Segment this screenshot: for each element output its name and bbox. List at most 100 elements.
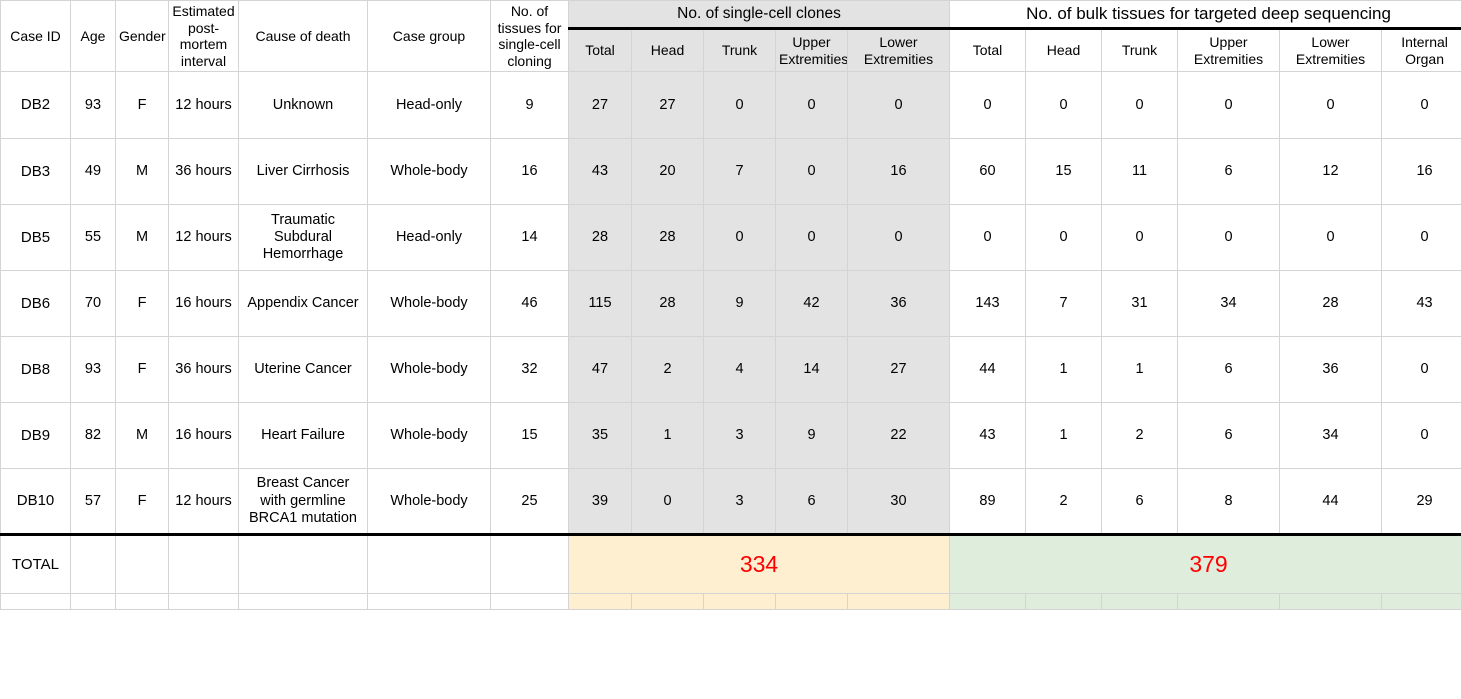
cell-bulk-internal-organ: 0 <box>1380 336 1461 404</box>
table-total-row: TOTAL 334 379 <box>0 534 1461 595</box>
col-header-pmi: Estimated post-mortem interval <box>168 0 239 73</box>
partial-cell <box>568 593 632 611</box>
cell-bulk-internal-organ: 0 <box>1380 71 1461 140</box>
subcol-header-bulk-internal-organ: Internal Organ <box>1380 28 1461 73</box>
cell-bulk-upper: 6 <box>1177 138 1280 206</box>
partial-cell <box>631 593 704 611</box>
cell-bulk-lower: 28 <box>1279 270 1382 338</box>
cell-bulk-lower: 36 <box>1279 336 1382 404</box>
cell-pmi: 12 hours <box>168 468 239 537</box>
cell-pmi: 36 hours <box>168 138 239 206</box>
subcol-header-sc-head: Head <box>631 28 704 73</box>
subcol-header-sc-total: Total <box>568 28 632 73</box>
cell-bulk-internal-organ: 0 <box>1380 204 1461 272</box>
cell-bulk-total: 0 <box>949 71 1026 140</box>
total-bulk-tissues: 379 <box>948 534 1461 595</box>
partial-cell <box>1025 593 1102 611</box>
cell-bulk-internal-organ: 0 <box>1380 402 1461 470</box>
cell-case-group: Whole-body <box>367 138 491 206</box>
cell-sc-trunk: 9 <box>703 270 776 338</box>
cell-case-id: DB3 <box>0 138 71 206</box>
partial-cell <box>238 593 368 611</box>
cell-bulk-head: 2 <box>1025 468 1102 537</box>
cell-sc-head: 0 <box>631 468 704 537</box>
partial-cell <box>1101 593 1178 611</box>
cell-bulk-head: 1 <box>1025 336 1102 404</box>
subcol-header-bulk-upper-extremities: Upper Extremities <box>1177 28 1280 73</box>
cell-sc-upper: 0 <box>775 138 848 206</box>
col-header-no-tissues-single-cell-cloning: No. of tissues for single-cell cloning <box>490 0 569 73</box>
cell-sc-upper: 0 <box>775 204 848 272</box>
cell-no-tissues: 16 <box>490 138 569 206</box>
cell-cause-of-death: Unknown <box>238 71 368 140</box>
cell-bulk-head: 1 <box>1025 402 1102 470</box>
cell-pmi: 12 hours <box>168 71 239 140</box>
cell-sc-head: 28 <box>631 270 704 338</box>
cell-cause-of-death: Liver Cirrhosis <box>238 138 368 206</box>
table-row-partial <box>0 593 1461 611</box>
cell-age: 93 <box>70 71 116 140</box>
cell-age: 55 <box>70 204 116 272</box>
partial-cell <box>1177 593 1280 611</box>
cell-bulk-total: 143 <box>949 270 1026 338</box>
cell-no-tissues: 15 <box>490 402 569 470</box>
table-row: DB6 70 F 16 hours Appendix Cancer Whole-… <box>0 270 1461 338</box>
cell-bulk-trunk: 2 <box>1101 402 1178 470</box>
total-row-blank-cause <box>238 534 368 595</box>
subcol-header-bulk-lower-extremities: Lower Extremities <box>1279 28 1382 73</box>
col-header-case-id: Case ID <box>0 0 71 73</box>
group-header-bulk-tissues: No. of bulk tissues for targeted deep se… <box>948 0 1461 31</box>
cell-case-group: Whole-body <box>367 336 491 404</box>
cell-sc-trunk: 3 <box>703 402 776 470</box>
total-row-blank-tissues <box>490 534 569 595</box>
cell-bulk-total: 89 <box>949 468 1026 537</box>
cell-bulk-total: 44 <box>949 336 1026 404</box>
total-row-blank-gender <box>115 534 169 595</box>
cell-sc-trunk: 0 <box>703 204 776 272</box>
cell-age: 82 <box>70 402 116 470</box>
cell-no-tissues: 14 <box>490 204 569 272</box>
cell-sc-lower: 0 <box>847 71 950 140</box>
cell-bulk-upper: 6 <box>1177 336 1280 404</box>
cell-case-group: Whole-body <box>367 270 491 338</box>
cell-sc-head: 20 <box>631 138 704 206</box>
cell-gender: F <box>115 71 169 140</box>
cell-gender: M <box>115 402 169 470</box>
cell-sc-head: 2 <box>631 336 704 404</box>
cell-no-tissues: 9 <box>490 71 569 140</box>
cell-case-id: DB5 <box>0 204 71 272</box>
partial-cell <box>1279 593 1382 611</box>
cell-age: 70 <box>70 270 116 338</box>
cell-bulk-trunk: 0 <box>1101 204 1178 272</box>
cell-sc-upper: 42 <box>775 270 848 338</box>
table-row: DB8 93 F 36 hours Uterine Cancer Whole-b… <box>0 336 1461 404</box>
cell-bulk-upper: 0 <box>1177 204 1280 272</box>
cell-sc-total: 47 <box>568 336 632 404</box>
cell-sc-total: 39 <box>568 468 632 537</box>
partial-cell <box>70 593 116 611</box>
cell-case-group: Head-only <box>367 71 491 140</box>
table-row: DB5 55 M 12 hours Traumatic Subdural Hem… <box>0 204 1461 272</box>
cell-no-tissues: 46 <box>490 270 569 338</box>
cell-bulk-internal-organ: 29 <box>1380 468 1461 537</box>
cell-pmi: 36 hours <box>168 336 239 404</box>
subcol-header-bulk-head: Head <box>1025 28 1102 73</box>
cell-sc-upper: 14 <box>775 336 848 404</box>
cell-sc-lower: 0 <box>847 204 950 272</box>
partial-cell <box>949 593 1026 611</box>
cell-bulk-upper: 8 <box>1177 468 1280 537</box>
cell-bulk-internal-organ: 43 <box>1380 270 1461 338</box>
cell-sc-trunk: 0 <box>703 71 776 140</box>
cell-age: 93 <box>70 336 116 404</box>
col-header-gender: Gender <box>115 0 169 73</box>
cell-sc-upper: 9 <box>775 402 848 470</box>
partial-cell <box>367 593 491 611</box>
subcol-header-bulk-trunk: Trunk <box>1101 28 1178 73</box>
cell-sc-upper: 0 <box>775 71 848 140</box>
cell-sc-upper: 6 <box>775 468 848 537</box>
partial-cell <box>847 593 950 611</box>
cell-bulk-trunk: 6 <box>1101 468 1178 537</box>
table-row: DB2 93 F 12 hours Unknown Head-only 9 27… <box>0 71 1461 140</box>
col-header-cause-of-death: Cause of death <box>238 0 368 73</box>
cell-sc-trunk: 7 <box>703 138 776 206</box>
